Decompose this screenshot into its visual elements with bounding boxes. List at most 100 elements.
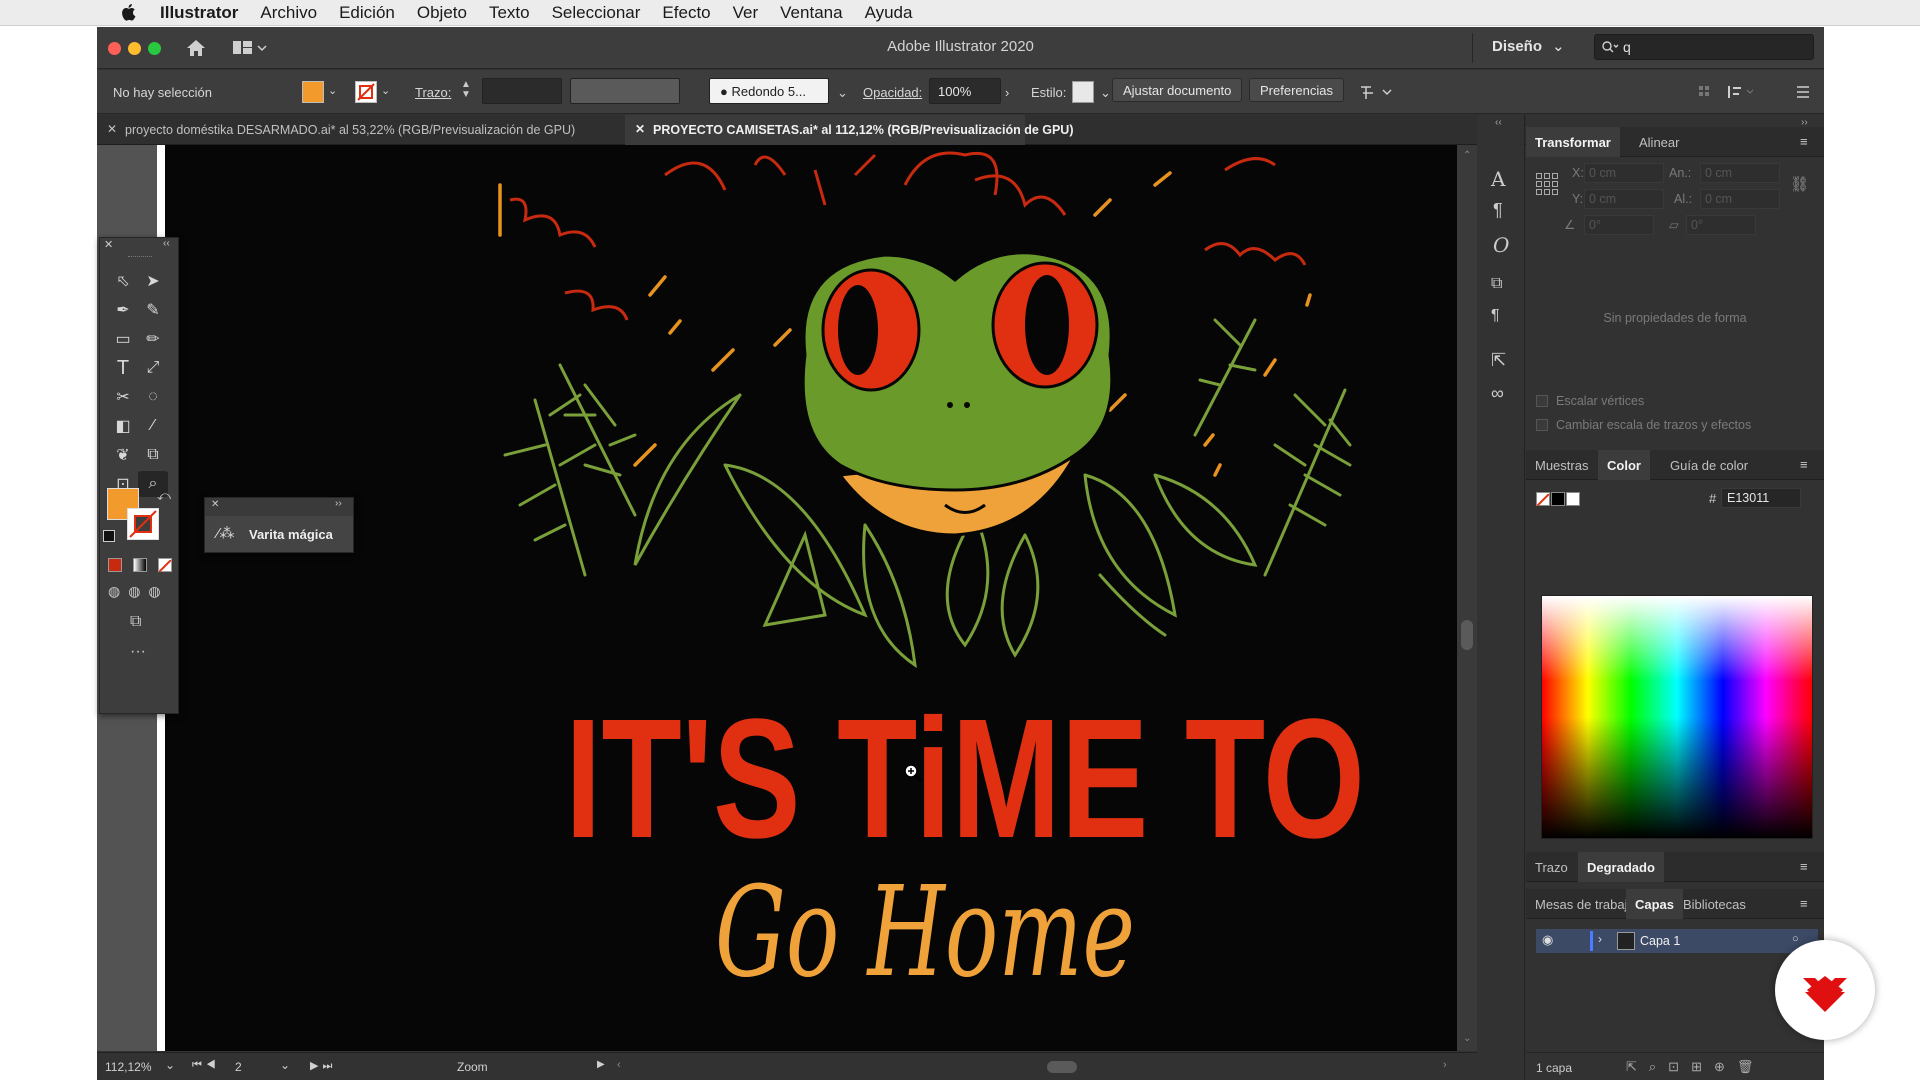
search-input[interactable]: q	[1594, 34, 1814, 60]
chevron-down-icon[interactable]: ⌄	[280, 1058, 290, 1072]
opacity-field[interactable]: 100%	[929, 78, 1001, 104]
chevron-down-icon[interactable]: ⌄	[1100, 85, 1111, 101]
zoom-level[interactable]: 112,12%	[105, 1060, 151, 1074]
arrange-icon[interactable]	[1359, 83, 1393, 101]
constrain-proportions-icon[interactable]: ⛓	[1790, 175, 1809, 193]
artboard-first-prev-icon[interactable]: ⏮◀	[192, 1059, 220, 1072]
stepper-icon[interactable]: ▲ ▼	[461, 80, 471, 100]
y-field[interactable]: 0 cm	[1584, 189, 1664, 209]
magic-wand-tool[interactable]: ⁄⁂ Varita mágica	[205, 516, 353, 552]
tab-muestras[interactable]: Muestras	[1526, 450, 1597, 480]
hex-field[interactable]: E13011	[1721, 488, 1801, 508]
selection-tool-icon[interactable]: ⬁	[108, 268, 138, 294]
preferences-button[interactable]: Preferencias	[1249, 78, 1344, 102]
rectangle-tool-icon[interactable]: ▭	[108, 326, 138, 352]
style-swatch[interactable]	[1072, 81, 1094, 103]
horizontal-scroll-thumb[interactable]	[1047, 1061, 1077, 1073]
character-icon[interactable]: A	[1491, 167, 1505, 191]
stroke-color-swatch[interactable]	[127, 508, 159, 540]
scroll-left-icon[interactable]: ‹	[617, 1059, 621, 1071]
chevron-right-icon[interactable]: ›	[1598, 932, 1602, 946]
stroke-swatch[interactable]	[355, 81, 377, 103]
tab-trazo[interactable]: Trazo	[1526, 852, 1577, 882]
panel-menu-icon[interactable]: ≡	[1800, 134, 1808, 149]
tab-transformar[interactable]: Transformar	[1526, 127, 1620, 157]
shear-field[interactable]: 0°	[1686, 215, 1756, 235]
grip[interactable]	[128, 256, 152, 259]
blend-tool-icon[interactable]: ❦	[108, 442, 138, 468]
scroll-up-icon[interactable]: ⌃	[1463, 150, 1471, 161]
panel-menu-icon[interactable]: ≡	[1800, 859, 1808, 874]
close-tab-icon[interactable]: ✕	[635, 122, 645, 136]
none-mode-icon[interactable]	[158, 558, 172, 573]
menu-app-name[interactable]: Illustrator	[160, 3, 238, 23]
eyedropper-tool-icon[interactable]: ⁄	[138, 413, 168, 439]
tab-proyecto-domestika[interactable]: ✕ proyecto doméstika DESARMADO.ai* al 53,…	[97, 115, 619, 145]
draw-modes-icon[interactable]: ◍◍◍	[108, 583, 169, 600]
scale-corners-checkbox[interactable]	[1536, 395, 1548, 407]
stroke-label[interactable]: Trazo:	[415, 85, 451, 100]
artboard[interactable]: IT'S TiME TO Go Home	[157, 145, 1457, 1051]
opentype-icon[interactable]: O	[1493, 233, 1509, 257]
menu-seleccionar[interactable]: Seleccionar	[552, 3, 641, 23]
artboard-next-last-icon[interactable]: ▶⏭	[310, 1059, 336, 1073]
layer-footer-buttons-icon[interactable]: ⇱⌕⊡⊞⊕🗑	[1626, 1059, 1765, 1075]
angle-field[interactable]: 0°	[1584, 215, 1654, 235]
apple-logo-icon[interactable]	[120, 3, 136, 21]
default-colors-icon[interactable]	[103, 530, 115, 542]
character-styles-icon[interactable]: ⧉	[1491, 275, 1502, 293]
collapse-icon[interactable]: ‹‹	[1495, 117, 1502, 128]
tab-degradado[interactable]: Degradado	[1578, 852, 1664, 882]
chevron-down-icon[interactable]: ⌄	[328, 84, 337, 97]
collapse-panel-icon[interactable]: ‹‹	[163, 238, 170, 249]
panel-menu-icon[interactable]: ≡	[1800, 457, 1808, 472]
workspace-switcher[interactable]: Diseño ⌄	[1492, 37, 1565, 55]
vertical-scrollbar[interactable]: ⌃ ⌄	[1457, 145, 1477, 1051]
brush-dropdown[interactable]: ● Redondo 5...	[709, 78, 829, 104]
pencil-tool-icon[interactable]: ✏	[138, 326, 168, 352]
curvature-tool-icon[interactable]: ✎	[138, 297, 168, 323]
canvas-area[interactable]: IT'S TiME TO Go Home	[97, 145, 1457, 1051]
stroke-weight-dropdown[interactable]	[482, 78, 562, 104]
gradient-mode-icon[interactable]	[133, 558, 147, 572]
type-tool-icon[interactable]: T	[108, 355, 138, 381]
menu-ver[interactable]: Ver	[733, 3, 759, 23]
panel-menu-icon[interactable]: ≡	[1800, 896, 1808, 911]
export-icon[interactable]: ⇱	[1491, 350, 1506, 371]
links-icon[interactable]: ∞	[1491, 383, 1504, 404]
visibility-eye-icon[interactable]: ◉	[1542, 932, 1553, 948]
fill-swatch[interactable]	[302, 81, 324, 103]
collapse-flyout-icon[interactable]: ››	[335, 498, 342, 509]
opacity-label[interactable]: Opacidad:	[863, 85, 922, 100]
color-mode-icon[interactable]	[108, 558, 122, 572]
swap-fill-stroke-icon[interactable]: ⤺	[157, 488, 171, 504]
close-flyout-icon[interactable]: ✕	[211, 499, 219, 510]
tab-alinear[interactable]: Alinear	[1630, 127, 1688, 157]
menu-ayuda[interactable]: Ayuda	[865, 3, 913, 23]
tab-color[interactable]: Color	[1598, 450, 1650, 480]
direct-selection-tool-icon[interactable]: ➤	[138, 268, 168, 294]
menu-texto[interactable]: Texto	[489, 3, 530, 23]
paragraph-icon[interactable]: ¶	[1493, 200, 1503, 221]
height-field[interactable]: 0 cm	[1700, 189, 1780, 209]
chevron-down-icon[interactable]: ⌄	[837, 85, 848, 101]
reference-point-icon[interactable]	[1536, 173, 1558, 195]
scissors-tool-icon[interactable]: ✂	[108, 384, 138, 410]
lasso-tool-icon[interactable]: ◌	[138, 384, 168, 410]
width-field[interactable]: 0 cm	[1700, 163, 1780, 183]
menu-archivo[interactable]: Archivo	[260, 3, 317, 23]
scroll-right-icon[interactable]: ›	[1443, 1059, 1447, 1071]
menu-efecto[interactable]: Efecto	[662, 3, 710, 23]
screen-mode-icon[interactable]: ⧉	[130, 613, 141, 631]
chevron-down-icon[interactable]: ⌄	[165, 1058, 175, 1072]
artboard-number[interactable]: 2	[235, 1060, 242, 1074]
pen-tool-icon[interactable]: ✒	[108, 297, 138, 323]
menu-ventana[interactable]: Ventana	[780, 3, 842, 23]
adjust-document-button[interactable]: Ajustar documento	[1112, 78, 1243, 102]
menu-edicion[interactable]: Edición	[339, 3, 395, 23]
variable-width-profile[interactable]	[570, 78, 680, 104]
scroll-thumb[interactable]	[1461, 620, 1473, 650]
none-color-swatch[interactable]	[1536, 492, 1550, 507]
chevron-down-icon[interactable]: ⌄	[381, 84, 390, 97]
gradient-tool-icon[interactable]: ◧	[108, 413, 138, 439]
